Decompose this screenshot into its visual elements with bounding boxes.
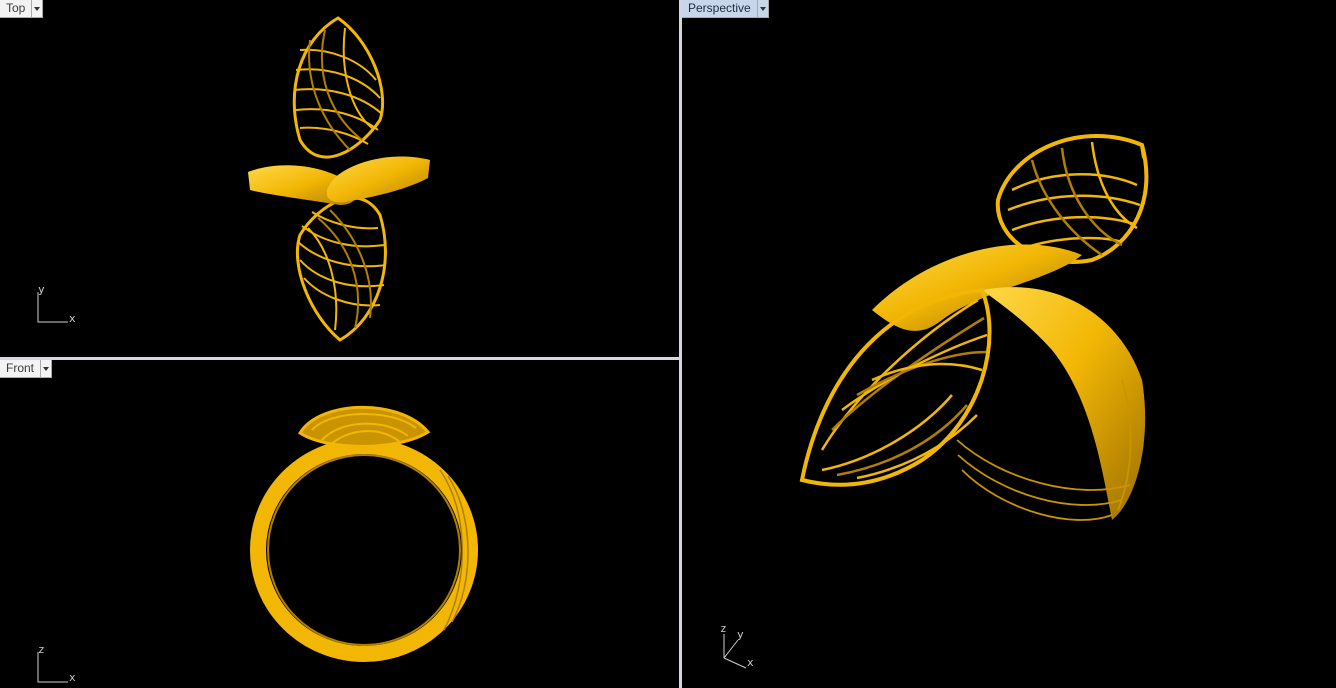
chevron-down-icon[interactable]	[757, 0, 769, 18]
axis-label-x: x	[69, 671, 76, 684]
axis-label-z: z	[720, 622, 727, 635]
ring-perspective-view	[799, 134, 1149, 521]
axis-label-x: x	[69, 312, 76, 325]
chevron-down-icon[interactable]	[32, 0, 44, 18]
axis-label-z: z	[38, 643, 45, 656]
ring-front-view	[250, 405, 478, 662]
viewport-front-label[interactable]: Front	[0, 360, 42, 378]
viewport-top-label[interactable]: Top	[0, 0, 33, 18]
axis-label-y: y	[38, 283, 45, 296]
viewport-perspective-label[interactable]: Perspective	[682, 0, 758, 18]
viewport-perspective-title[interactable]: Perspective	[682, 0, 769, 18]
viewport-top[interactable]: Top y x	[0, 0, 679, 357]
viewport-front-title[interactable]: Front	[0, 360, 53, 378]
chevron-down-icon[interactable]	[41, 360, 53, 378]
viewport-perspective[interactable]: Perspective z y x	[682, 0, 1336, 688]
axis-label-y: y	[737, 628, 744, 641]
viewport-top-title[interactable]: Top	[0, 0, 44, 18]
viewport-front[interactable]: Front z x	[0, 360, 679, 688]
axis-label-x: x	[747, 656, 754, 669]
ring-top-view	[248, 16, 430, 342]
